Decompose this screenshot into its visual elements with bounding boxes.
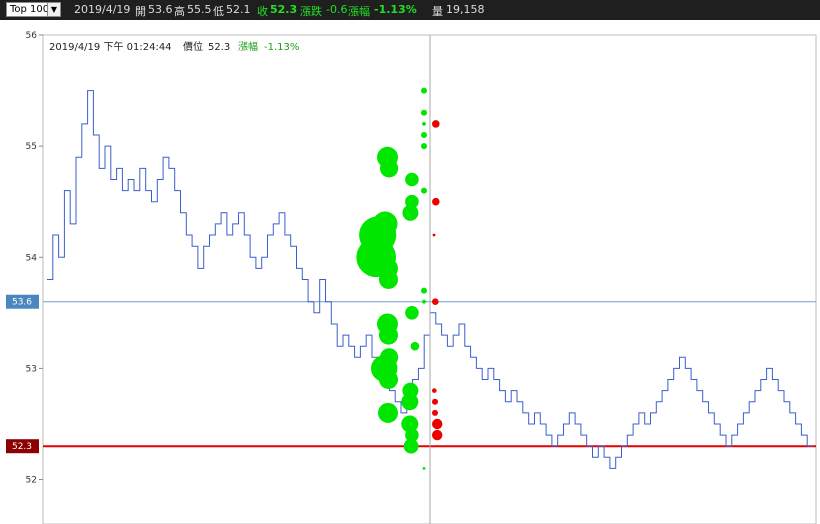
high-value: 55.5 (187, 3, 212, 16)
top-select-value: Top 100 (10, 4, 50, 15)
buy-volume-bubble (401, 393, 419, 411)
info-pct-label: 漲幅 (238, 40, 258, 53)
quote-date: 2019/4/19 (74, 3, 131, 16)
pct-value: -1.13% (374, 3, 417, 16)
pct-label: 漲幅 (348, 5, 370, 18)
close-label: 收 (257, 5, 268, 18)
y-axis: 52 53 54 55 56 (26, 31, 43, 486)
buy-volume-bubble (378, 402, 398, 423)
buy-volume-bubble (421, 287, 427, 294)
y-tick-label: 54 (26, 253, 38, 263)
buy-volume-bubble (422, 467, 426, 470)
buy-volume-bubble (410, 341, 420, 351)
buy-volume-bubble (421, 143, 427, 150)
buy-volume-bubble (379, 270, 398, 289)
y-tick-label: 53 (26, 364, 37, 374)
buy-volume-bubble (402, 204, 419, 221)
buy-volume-bubble (379, 325, 398, 345)
buy-volume-bubble (405, 306, 419, 320)
buy-volume-bubble (422, 299, 426, 304)
sell-volume-bubble (432, 388, 437, 393)
close-value: 52.3 (270, 3, 298, 16)
buy-volume-bubble (421, 187, 427, 194)
info-datetime: 2019/4/19 下午 01:24:44 (49, 40, 172, 53)
y-tick-label: 56 (26, 31, 38, 41)
top-select[interactable]: Top 100 ▼ (6, 2, 61, 17)
buy-volume-bubble (421, 87, 427, 94)
y-tick-label: 52 (26, 476, 37, 486)
sell-volume-bubble (432, 429, 443, 441)
buy-volume-bubble (403, 438, 419, 454)
change-value: -0.6 (326, 3, 348, 16)
high-label: 高 (174, 5, 185, 18)
sell-volume-bubble (432, 197, 440, 206)
price-tag-label: 53.6 (12, 298, 32, 308)
buy-volume-bubble (422, 122, 426, 126)
sell-volume-bubble (432, 233, 436, 237)
change-label: 漲跌 (300, 5, 322, 18)
buy-volume-bubble (421, 132, 427, 138)
price-chart[interactable]: 52 53 54 55 56 53.6 52.3 2019/4/19 下午 01:24:4… (0, 20, 820, 524)
buy-volume-bubble (379, 370, 398, 389)
buy-volume-bubble (421, 109, 427, 116)
info-price-value: 52.3 (208, 42, 230, 53)
price-tag-label: 52.3 (12, 442, 32, 452)
buy-volume-bubble (405, 172, 419, 187)
volume-label: 量 (432, 5, 443, 18)
volume-value: 19,158 (446, 3, 485, 16)
chevron-down-icon[interactable]: ▼ (47, 3, 60, 16)
open-value: 53.6 (148, 3, 173, 16)
y-tick-label: 55 (26, 142, 37, 152)
low-value: 52.1 (226, 3, 251, 16)
sell-volume-bubble (432, 409, 438, 416)
info-price-label: 價位 (183, 40, 203, 53)
sell-volume-bubble (432, 398, 438, 405)
info-pct-value: -1.13% (264, 42, 299, 53)
sell-volume-bubble (432, 298, 439, 306)
quote-toolbar: Top 100 ▼ 2019/4/19 開 53.6 高 55.5 低 52.1… (0, 0, 820, 20)
low-label: 低 (213, 5, 224, 18)
sell-volume-bubble (432, 120, 440, 128)
buy-volume-bubble (380, 159, 399, 178)
open-label: 開 (135, 5, 146, 18)
sell-volume-bubble (432, 418, 443, 430)
